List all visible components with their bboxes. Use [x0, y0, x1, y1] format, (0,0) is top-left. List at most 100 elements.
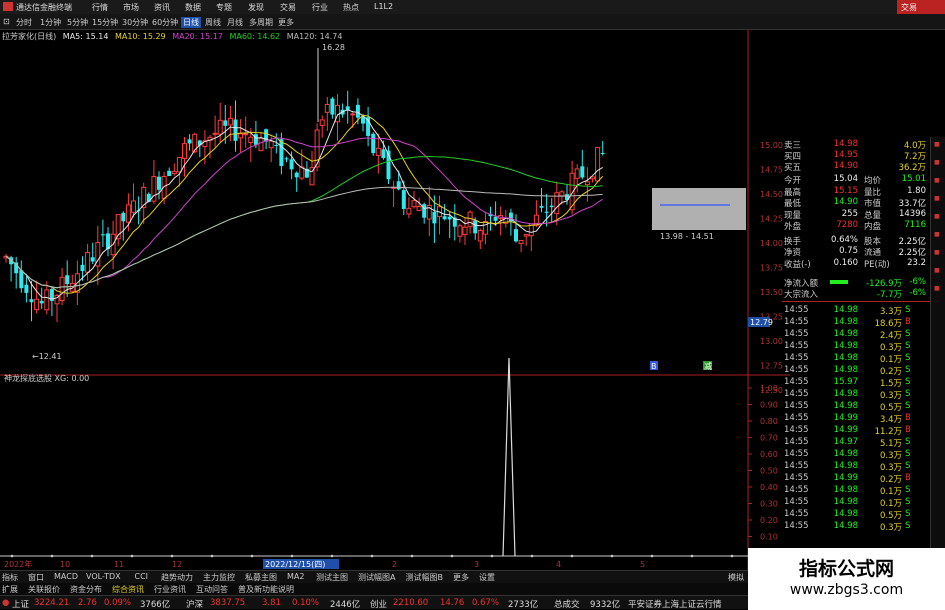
- period-tab[interactable]: 1分钟: [40, 17, 61, 28]
- tick-row[interactable]: 14:55 14.98 0.3万 S: [752, 389, 930, 401]
- info-tab[interactable]: 普及新功能说明: [238, 584, 294, 595]
- period-tab[interactable]: 多周期: [249, 17, 273, 28]
- side-icon[interactable]: ■: [934, 249, 943, 258]
- period-tab-active[interactable]: 日线: [181, 17, 201, 28]
- tick-row[interactable]: 14:55 14.99 3.4万 B: [752, 413, 930, 425]
- info-tab[interactable]: 互动问答: [196, 584, 228, 595]
- stat-row[interactable]: 换手 0.64% 股本 2.25亿: [752, 235, 930, 247]
- menu-item[interactable]: L1L2: [374, 2, 393, 11]
- tick-row[interactable]: 14:55 14.98 0.1万 S: [752, 353, 930, 365]
- menu-item[interactable]: 行业: [312, 2, 328, 13]
- tick-row[interactable]: 14:55 14.98 0.3万 S: [752, 341, 930, 353]
- tick-volume: 18.6万: [874, 319, 902, 329]
- ma-line: [5, 109, 603, 300]
- indicator-tab[interactable]: MA2: [287, 572, 304, 581]
- info-tab[interactable]: 资金分布: [70, 584, 102, 595]
- stat-row[interactable]: 收益(-) 0.160 PE(动) 23.2: [752, 258, 930, 270]
- mode-tab[interactable]: 模拟: [728, 572, 744, 583]
- side-icon[interactable]: ■: [934, 213, 943, 222]
- tick-row[interactable]: 14:55 14.98 2.4万 S: [752, 329, 930, 341]
- indicator-tab[interactable]: CCI: [135, 572, 149, 581]
- period-tab[interactable]: 30分钟: [122, 17, 148, 28]
- menu-item[interactable]: 交易: [280, 2, 296, 13]
- info-tab[interactable]: 扩展: [2, 584, 18, 595]
- order-book-row[interactable]: 买五 14.90 36.2万: [752, 161, 930, 173]
- index-name[interactable]: 沪深: [186, 598, 203, 610]
- menu-item[interactable]: 资讯: [154, 2, 170, 13]
- period-tab[interactable]: 月线: [227, 17, 243, 28]
- tick-row[interactable]: 14:55 14.98 0.5万 S: [752, 401, 930, 413]
- info-tab[interactable]: 行业资讯: [154, 584, 186, 595]
- indicator-tab[interactable]: 趋势动力: [161, 572, 193, 583]
- side-icon[interactable]: ■: [934, 141, 943, 150]
- tick-row[interactable]: 14:55 14.99 11.2万 B: [752, 425, 930, 437]
- side-icon[interactable]: ■: [934, 285, 943, 294]
- tick-row[interactable]: 14:55 14.98 18.6万 B: [752, 317, 930, 329]
- tick-row[interactable]: 14:55 14.97 5.1万 S: [752, 437, 930, 449]
- side-icon[interactable]: ■: [934, 231, 943, 240]
- index-name[interactable]: 上证: [12, 598, 29, 610]
- side-icon[interactable]: ■: [934, 177, 943, 186]
- indicator-tab[interactable]: 指标: [2, 572, 18, 583]
- tick-time: 14:55: [784, 485, 809, 495]
- indicator-tab[interactable]: 测试幅图A: [358, 572, 395, 583]
- stat-row[interactable]: 最高 15.15 量比 1.80: [752, 186, 930, 198]
- tick-row[interactable]: 14:55 14.99 0.2万 B: [752, 473, 930, 485]
- indicator-tab[interactable]: 测试幅图B: [406, 572, 444, 583]
- tick-row[interactable]: 14:55 14.98 0.3万 S: [752, 461, 930, 473]
- period-tab[interactable]: 15分钟: [92, 17, 118, 28]
- info-tab[interactable]: 关联报价: [28, 584, 60, 595]
- menu-item[interactable]: 热点: [343, 2, 359, 13]
- indicator-tab[interactable]: 更多: [453, 572, 469, 583]
- side-icon[interactable]: ■: [934, 159, 943, 168]
- stat-row[interactable]: 外盘 7280 内盘 7116: [752, 220, 930, 232]
- period-tab[interactable]: 更多: [278, 17, 294, 28]
- candle-body: [248, 136, 254, 144]
- indicator-tab[interactable]: MACD: [54, 572, 78, 581]
- period-tab[interactable]: 5分钟: [67, 17, 88, 28]
- tick-row[interactable]: 14:55 14.98 0.5万 S: [752, 509, 930, 521]
- stat-label: 换手: [784, 236, 802, 247]
- index-name[interactable]: 创业: [370, 598, 387, 610]
- menu-item[interactable]: 专题: [216, 2, 232, 13]
- flow-row[interactable]: 大宗流入 -7.7万 -6%: [752, 288, 930, 300]
- stat-row[interactable]: 现量 255 总量 14396: [752, 209, 930, 221]
- tick-price: 14.98: [833, 497, 858, 507]
- tick-row[interactable]: 14:55 14.98 0.2万 S: [752, 365, 930, 377]
- toolbar-home-icon[interactable]: ⊡: [3, 17, 10, 26]
- stat-row[interactable]: 今开 15.04 均价 15.01: [752, 174, 930, 186]
- baseline-dot: [650, 554, 654, 558]
- side-icon[interactable]: ■: [934, 267, 943, 276]
- menu-item[interactable]: 市场: [123, 2, 139, 13]
- tick-row[interactable]: 14:55 14.98 0.3万 S: [752, 521, 930, 533]
- kline-chart[interactable]: 15.0014.7514.5014.2514.0013.7513.5013.25…: [0, 30, 790, 570]
- indicator-tab[interactable]: 窗口: [28, 572, 44, 583]
- period-tab[interactable]: 分时: [16, 17, 32, 28]
- tick-row[interactable]: 14:55 14.98 0.3万 S: [752, 449, 930, 461]
- indicator-tab[interactable]: 测试主图: [316, 572, 348, 583]
- stat-row[interactable]: 净资 0.75 流通 2.25亿: [752, 246, 930, 258]
- indicator-tab[interactable]: 主力监控: [203, 572, 235, 583]
- menu-item[interactable]: 发现: [248, 2, 264, 13]
- tick-row[interactable]: 14:55 14.98 0.1万 S: [752, 485, 930, 497]
- candle-body: [176, 156, 182, 173]
- indicator-tab[interactable]: 设置: [479, 572, 495, 583]
- stat-row[interactable]: 最低 14.90 市值 33.7亿: [752, 197, 930, 209]
- period-tab[interactable]: 60分钟: [152, 17, 178, 28]
- indicator-tab[interactable]: 私募主图: [245, 572, 277, 583]
- menu-item[interactable]: 数据: [185, 2, 201, 13]
- price-range-box: [652, 188, 746, 230]
- trade-button[interactable]: 交易: [897, 0, 945, 14]
- candle-body: [284, 158, 289, 160]
- info-tab[interactable]: 综合资讯: [112, 584, 144, 595]
- tick-row[interactable]: 14:55 14.98 0.1万 S: [752, 497, 930, 509]
- tick-volume: 0.3万: [879, 343, 902, 353]
- indicator-tab[interactable]: VOL-TDX: [86, 572, 121, 581]
- candle-body: [289, 159, 294, 170]
- stat-label: 今开: [784, 176, 802, 186]
- tick-row[interactable]: 14:55 14.98 3.3万 S: [752, 305, 930, 317]
- tick-row[interactable]: 14:55 15.97 1.5万 S: [752, 377, 930, 389]
- menu-item[interactable]: 行情: [92, 2, 108, 13]
- period-tab[interactable]: 周线: [205, 17, 221, 28]
- side-icon[interactable]: ■: [934, 195, 943, 204]
